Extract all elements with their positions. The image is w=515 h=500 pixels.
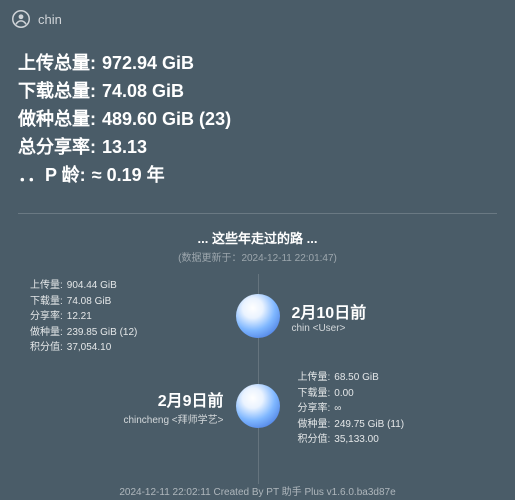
stat-ratio: 总分享率: 13.13 <box>18 134 497 162</box>
stat-age: ．．P 龄: ≈ 0.19 年 <box>18 162 497 190</box>
stat-seed: 做种总量: 489.60 GiB (23) <box>18 106 497 134</box>
stat-label: 总分享率: <box>18 134 96 162</box>
stat-upload: 上传总量: 972.94 GiB <box>18 50 497 78</box>
timeline-title: ... 这些年走过的路 ... <box>0 228 515 247</box>
detail-label: 分享率: <box>298 401 331 417</box>
detail-value: 239.85 GiB (12) <box>67 325 138 341</box>
stats-block: 上传总量: 972.94 GiB 下载总量: 74.08 GiB 做种总量: 4… <box>0 38 515 207</box>
footer-text: 2024-12-11 22:02:11 Created By PT 助手 Plu… <box>0 483 515 498</box>
timeline: 上传量:904.44 GiB 下载量:74.08 GiB 分享率:12.21 做… <box>0 274 515 484</box>
detail-label: 上传量: <box>30 278 63 294</box>
node-date: 2月9日前 <box>158 387 224 411</box>
username: chin <box>38 12 62 27</box>
divider <box>18 213 497 214</box>
detail-label: 做种量: <box>298 417 331 433</box>
snapshot-detail: 上传量:68.50 GiB 下载量:0.00 分享率:∞ 做种量:249.75 … <box>298 370 478 448</box>
stat-label: 做种总量: <box>18 106 96 134</box>
detail-value: 904.44 GiB <box>67 278 117 294</box>
globe-icon <box>236 384 280 428</box>
detail-label: 分享率: <box>30 309 63 325</box>
stat-value: 972.94 GiB <box>102 50 194 78</box>
detail-value: 37,054.10 <box>67 340 112 356</box>
node-user: chincheng <拜师学艺> <box>123 411 223 426</box>
timeline-node: 2月10日前 chin <User> <box>236 294 367 338</box>
stat-value: ≈ 0.19 年 <box>92 162 165 190</box>
detail-label: 上传量: <box>298 370 331 386</box>
stat-value: 489.60 GiB (23) <box>102 106 231 134</box>
detail-value: 12.21 <box>67 309 92 325</box>
detail-label: 积分值: <box>298 432 331 448</box>
detail-label: 下载量: <box>298 386 331 402</box>
timeline-node: 2月9日前 chincheng <拜师学艺> <box>123 384 279 428</box>
detail-value: 74.08 GiB <box>67 294 111 310</box>
stat-download: 下载总量: 74.08 GiB <box>18 78 497 106</box>
detail-label: 积分值: <box>30 340 63 356</box>
globe-icon <box>236 294 280 338</box>
detail-value: 0.00 <box>334 386 353 402</box>
detail-value: ∞ <box>334 401 341 417</box>
user-header: chin <box>0 0 515 38</box>
stat-label: ．．P 龄: <box>18 162 86 190</box>
stat-value: 74.08 GiB <box>102 78 184 106</box>
user-icon <box>12 10 30 28</box>
stat-label: 下载总量: <box>18 78 96 106</box>
detail-label: 做种量: <box>30 325 63 341</box>
detail-value: 68.50 GiB <box>334 370 378 386</box>
node-date: 2月10日前 <box>292 299 367 323</box>
stat-value: 13.13 <box>102 134 147 162</box>
stat-label: 上传总量: <box>18 50 96 78</box>
timeline-subtitle: (数据更新于：2024-12-11 22:01:47) <box>0 249 515 264</box>
detail-value: 35,133.00 <box>334 432 379 448</box>
node-user: chin <User> <box>292 323 367 334</box>
detail-label: 下载量: <box>30 294 63 310</box>
detail-value: 249.75 GiB (11) <box>334 417 404 433</box>
snapshot-detail: 上传量:904.44 GiB 下载量:74.08 GiB 分享率:12.21 做… <box>30 278 210 356</box>
